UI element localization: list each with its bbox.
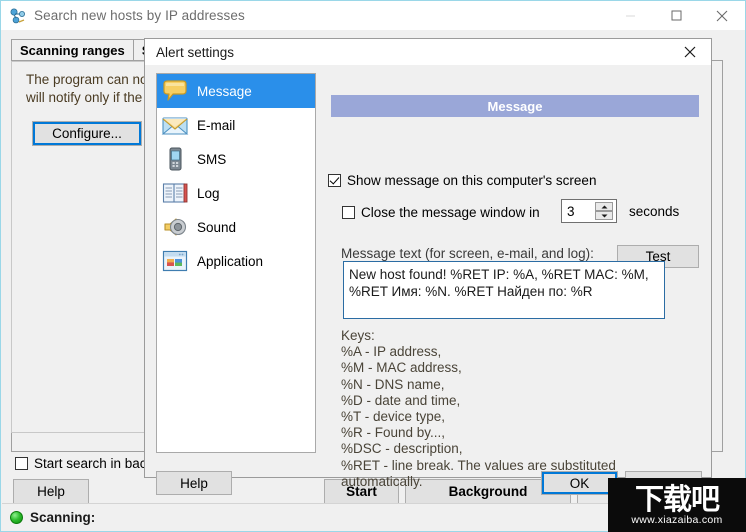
category-label: Log (197, 185, 220, 201)
dialog-help-button[interactable]: Help (156, 471, 232, 495)
minimize-button[interactable] (607, 1, 653, 30)
tab-label: Scanning ranges (20, 43, 125, 58)
category-item-application[interactable]: Application (157, 244, 315, 278)
mobile-phone-icon (161, 145, 189, 173)
speaker-icon (161, 213, 189, 241)
message-text-input[interactable]: New host found! %RET IP: %A, %RET MAC: %… (343, 261, 665, 319)
category-label: Application (197, 253, 264, 269)
window-controls (607, 1, 745, 30)
dialog-body: Message E-mail SMS Log Sound Application… (145, 65, 711, 495)
category-label: Sound (197, 219, 237, 235)
pane-header: Message (331, 95, 699, 117)
close-window-row[interactable]: Close the message window in (342, 205, 540, 220)
pane-header-label: Message (487, 98, 543, 114)
seconds-unit-label: seconds (629, 204, 680, 219)
category-label: E-mail (197, 117, 236, 133)
show-message-label: Show message on this computer's screen (347, 173, 597, 188)
keys-legend: Keys: %A - IP address, %M - MAC address,… (341, 328, 691, 490)
start-in-background-checkbox[interactable] (15, 457, 28, 470)
status-indicator-icon (10, 510, 23, 524)
watermark-sub-text: www.xiazaiba.com (631, 513, 723, 526)
category-label: SMS (197, 151, 227, 167)
ok-button-label: OK (569, 475, 590, 491)
seconds-stepper[interactable]: 3 (561, 199, 617, 223)
window-titlebar: Search new hosts by IP addresses (1, 1, 745, 30)
speech-bubble-icon (161, 77, 189, 105)
watermark-main-text: 下载吧 (634, 481, 720, 516)
stepper-buttons[interactable] (595, 202, 613, 220)
category-item-sms[interactable]: SMS (157, 142, 315, 176)
watermark: 下载吧 www.xiazaiba.com (608, 478, 746, 532)
key-line: %DSC - description, (341, 441, 463, 457)
close-button[interactable] (699, 1, 745, 30)
open-book-icon (161, 179, 189, 207)
category-label: Message (197, 83, 252, 99)
maximize-button[interactable] (653, 1, 699, 30)
key-line: %R - Found by..., (341, 425, 446, 441)
category-item-sound[interactable]: Sound (157, 210, 315, 244)
show-message-checkbox[interactable] (328, 174, 341, 187)
dialog-title: Alert settings (156, 44, 235, 60)
key-line: %T - device type, (341, 409, 446, 425)
key-line: %D - date and time, (341, 392, 461, 408)
help-button-label: Help (37, 484, 65, 499)
dialog-help-label: Help (180, 475, 208, 491)
category-item-log[interactable]: Log (157, 176, 315, 210)
dialog-close-icon[interactable] (669, 39, 711, 65)
start-in-background-row[interactable]: Start search in backgr (15, 456, 165, 471)
stepper-down-icon[interactable] (595, 211, 613, 220)
alert-settings-dialog: Alert settings Message E-mail SMS Log So… (144, 38, 712, 495)
key-line: %N - DNS name, (341, 376, 445, 392)
tab-scanning-ranges[interactable]: Scanning ranges (11, 39, 134, 61)
application-window-icon (161, 247, 189, 275)
network-hosts-icon (9, 7, 27, 25)
key-line: %M - MAC address, (341, 360, 462, 376)
category-item-message[interactable]: Message (157, 74, 315, 108)
category-item-email[interactable]: E-mail (157, 108, 315, 142)
key-line: %A - IP address, (341, 344, 442, 360)
configure-button[interactable]: Configure... (32, 121, 142, 146)
message-text-label: Message text (for screen, e-mail, and lo… (341, 246, 594, 261)
close-window-label: Close the message window in (361, 205, 540, 220)
seconds-value: 3 (567, 203, 575, 219)
envelope-icon (161, 111, 189, 139)
dialog-titlebar: Alert settings (145, 39, 711, 65)
keys-title: Keys: (341, 328, 375, 343)
help-button[interactable]: Help (13, 479, 89, 504)
window-title: Search new hosts by IP addresses (34, 8, 245, 23)
status-text: Scanning: (30, 509, 96, 525)
stepper-up-icon[interactable] (595, 202, 613, 211)
ok-button[interactable]: OK (541, 471, 618, 495)
show-message-row[interactable]: Show message on this computer's screen (328, 173, 596, 188)
category-list[interactable]: Message E-mail SMS Log Sound Application (156, 73, 316, 453)
close-window-checkbox[interactable] (342, 206, 355, 219)
configure-button-label: Configure... (52, 126, 122, 141)
